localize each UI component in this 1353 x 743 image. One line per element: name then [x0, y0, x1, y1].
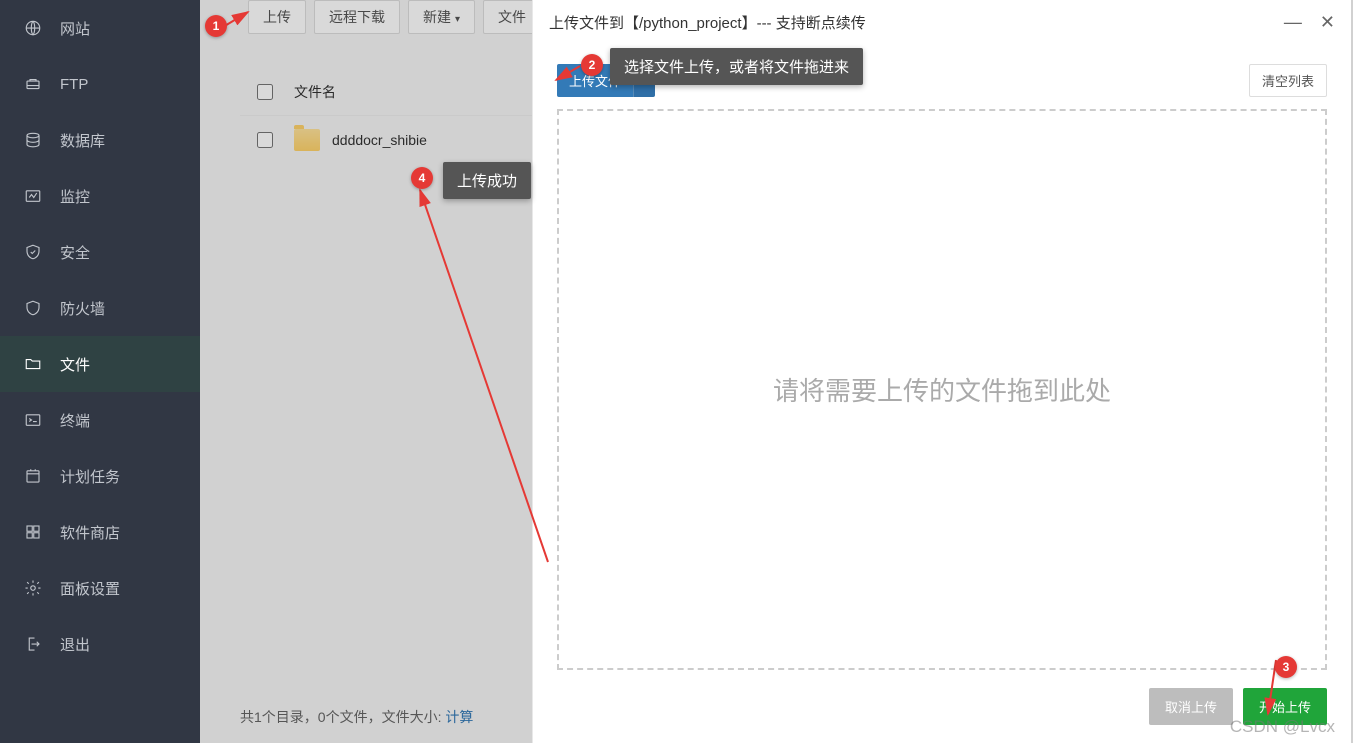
sidebar-item-label: 面板设置 — [60, 578, 120, 599]
appstore-icon — [24, 523, 42, 541]
sidebar-item-label: 数据库 — [60, 130, 105, 151]
annotation-badge-2: 2 — [581, 54, 603, 76]
sidebar-item-settings[interactable]: 面板设置 — [0, 560, 200, 616]
start-upload-button[interactable]: 开始上传 — [1243, 688, 1327, 725]
sidebar-item-files[interactable]: 文件 — [0, 336, 200, 392]
sidebar-item-cron[interactable]: 计划任务 — [0, 448, 200, 504]
monitor-icon — [24, 187, 42, 205]
terminal-icon — [24, 411, 42, 429]
sidebar-item-monitor[interactable]: 监控 — [0, 168, 200, 224]
drop-zone-text: 请将需要上传的文件拖到此处 — [773, 371, 1111, 408]
upload-modal: 上传文件到【/python_project】--- 支持断点续传 — ✕ 上传文… — [532, 0, 1351, 743]
settings-icon — [24, 579, 42, 597]
annotation-badge-4: 4 — [411, 167, 433, 189]
folder-icon — [24, 355, 42, 373]
sidebar-item-website[interactable]: 网站 — [0, 0, 200, 56]
database-icon — [24, 131, 42, 149]
sidebar-item-label: 计划任务 — [60, 466, 120, 487]
annotation-badge-1: 1 — [205, 15, 227, 37]
sidebar-item-label: 监控 — [60, 186, 90, 207]
globe-icon — [24, 19, 42, 37]
sidebar-item-ftp[interactable]: FTP — [0, 56, 200, 112]
sidebar-item-firewall[interactable]: 防火墙 — [0, 280, 200, 336]
annotation-tooltip-4: 上传成功 — [443, 162, 531, 199]
modal-header: 上传文件到【/python_project】--- 支持断点续传 — ✕ — [533, 0, 1351, 44]
sidebar-item-label: FTP — [60, 76, 88, 93]
modal-footer: 取消上传 开始上传 — [533, 670, 1351, 743]
task-icon — [24, 467, 42, 485]
ftp-icon — [24, 75, 42, 93]
sidebar-item-terminal[interactable]: 终端 — [0, 392, 200, 448]
minimize-icon[interactable]: — — [1284, 13, 1302, 31]
logout-icon — [24, 635, 42, 653]
sidebar: 网站 FTP 数据库 监控 安全 防火墙 文件 终端 计划任务 软件商店 面板设… — [0, 0, 200, 743]
sidebar-item-logout[interactable]: 退出 — [0, 616, 200, 672]
annotation-badge-3: 3 — [1275, 656, 1297, 678]
shield-icon — [24, 243, 42, 261]
sidebar-item-label: 退出 — [60, 634, 90, 655]
sidebar-item-label: 安全 — [60, 242, 90, 263]
sidebar-item-label: 网站 — [60, 18, 90, 39]
sidebar-item-security[interactable]: 安全 — [0, 224, 200, 280]
sidebar-item-label: 文件 — [60, 354, 90, 375]
sidebar-item-label: 终端 — [60, 410, 90, 431]
sidebar-item-label: 软件商店 — [60, 522, 120, 543]
firewall-icon — [24, 299, 42, 317]
sidebar-item-database[interactable]: 数据库 — [0, 112, 200, 168]
annotation-tooltip-2: 选择文件上传，或者将文件拖进来 — [610, 48, 863, 85]
sidebar-item-appstore[interactable]: 软件商店 — [0, 504, 200, 560]
close-icon[interactable]: ✕ — [1320, 13, 1335, 31]
sidebar-item-label: 防火墙 — [60, 298, 105, 319]
drop-zone[interactable]: 请将需要上传的文件拖到此处 — [557, 109, 1327, 670]
cancel-upload-button[interactable]: 取消上传 — [1149, 688, 1233, 725]
clear-list-button[interactable]: 清空列表 — [1249, 64, 1327, 97]
modal-title: 上传文件到【/python_project】--- 支持断点续传 — [549, 12, 1284, 33]
